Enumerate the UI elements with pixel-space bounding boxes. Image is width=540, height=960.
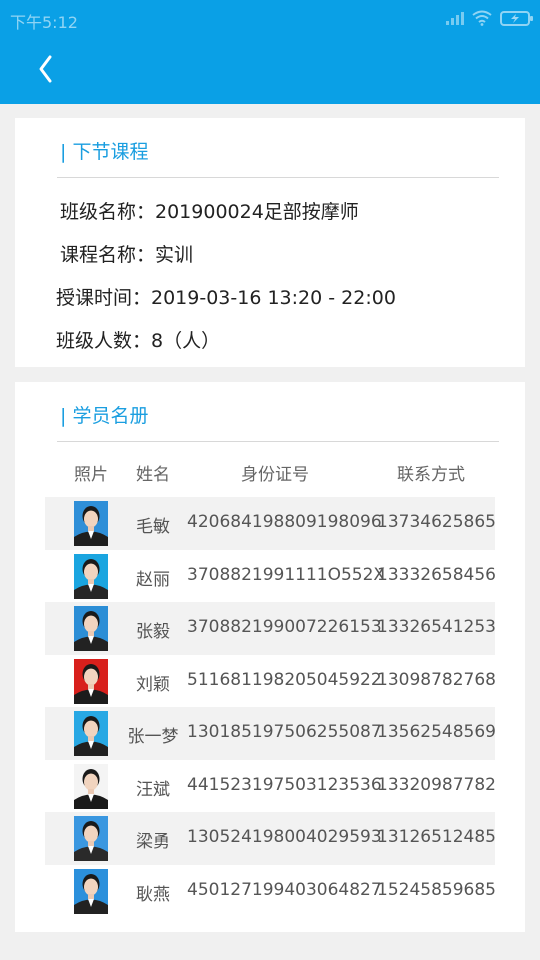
student-photo bbox=[74, 606, 108, 651]
divider bbox=[57, 441, 499, 442]
roster-card: | 学员名册 照片 姓名 身份证号 联系方式 毛敏 420684198809198… bbox=[15, 382, 525, 932]
status-bar: 下午5:12 bbox=[0, 0, 540, 38]
student-phone: 13332658456 bbox=[377, 564, 496, 585]
student-name: 耿燕 bbox=[136, 884, 170, 905]
roster-table-header: 照片 姓名 身份证号 联系方式 bbox=[45, 460, 495, 485]
table-row[interactable]: 张一梦 130185197506255087 13562548569 bbox=[45, 707, 496, 760]
student-id-number: 450127199403064827 bbox=[187, 879, 382, 900]
column-header-id: 身份证号 bbox=[241, 465, 309, 485]
roster-table-body: 毛敏 420684198809198096 13734625865 赵丽 3708821… bbox=[45, 497, 496, 918]
table-row[interactable]: 张毅 370882199007226153 13326541253 bbox=[45, 602, 496, 655]
student-id-number: 511681198205045922 bbox=[187, 669, 382, 690]
column-header-photo: 照片 bbox=[74, 465, 108, 485]
student-photo bbox=[74, 711, 108, 756]
table-row[interactable]: 赵丽 3708821991111O552X 13332658456 bbox=[45, 550, 496, 603]
student-photo bbox=[74, 658, 108, 704]
student-phone: 15245859685 bbox=[377, 879, 496, 900]
student-name: 张一梦 bbox=[127, 727, 179, 747]
student-name: 刘颖 bbox=[136, 674, 170, 695]
student-photo bbox=[74, 501, 108, 546]
class-count-line: 班级人数：8（人） bbox=[56, 330, 221, 352]
student-id-number: 130185197506255087 bbox=[187, 722, 382, 742]
student-phone: 13734625865 bbox=[377, 512, 496, 532]
back-button[interactable] bbox=[30, 52, 64, 86]
battery-icon bbox=[500, 10, 533, 26]
student-phone: 13098782768 bbox=[377, 669, 496, 690]
student-photo bbox=[74, 763, 108, 809]
table-row[interactable]: 刘颖 511681198205045922 13098782768 bbox=[45, 655, 496, 708]
student-photo bbox=[74, 553, 108, 599]
student-id-number: 441523197503123536 bbox=[187, 774, 382, 795]
wifi-icon bbox=[472, 10, 492, 26]
status-time: 下午5:12 bbox=[10, 13, 78, 32]
table-row[interactable]: 毛敏 420684198809198096 13734625865 bbox=[45, 497, 496, 550]
app-bar: 下午5:12 bbox=[0, 0, 540, 104]
student-photo bbox=[74, 816, 108, 861]
next-course-title: | 下节课程 bbox=[60, 141, 149, 163]
table-row[interactable]: 耿燕 450127199403064827 15245859685 bbox=[45, 865, 496, 918]
student-name: 张毅 bbox=[136, 622, 170, 642]
class-name-line: 班级名称：201900024足部按摩师 bbox=[60, 201, 359, 223]
divider bbox=[57, 177, 499, 178]
student-name: 赵丽 bbox=[136, 569, 170, 590]
student-phone: 13320987782 bbox=[377, 774, 496, 795]
course-name-line: 课程名称：实训 bbox=[60, 244, 194, 266]
student-name: 毛敏 bbox=[136, 517, 170, 537]
course-time-line: 授课时间：2019-03-16 13:20 - 22:00 bbox=[56, 287, 396, 309]
student-phone: 13326541253 bbox=[377, 617, 496, 637]
column-header-name: 姓名 bbox=[136, 465, 170, 485]
status-icons bbox=[446, 10, 533, 26]
column-header-phone: 联系方式 bbox=[397, 465, 465, 485]
table-row[interactable]: 梁勇 130524198004029593 13126512485 bbox=[45, 812, 496, 865]
roster-title: | 学员名册 bbox=[60, 405, 149, 427]
student-name: 汪斌 bbox=[136, 779, 170, 800]
next-course-card: | 下节课程 班级名称：201900024足部按摩师 课程名称：实训 授课时间：… bbox=[15, 118, 525, 367]
table-row[interactable]: 汪斌 441523197503123536 13320987782 bbox=[45, 760, 496, 813]
student-id-number: 3708821991111O552X bbox=[187, 564, 386, 585]
student-name: 梁勇 bbox=[136, 832, 170, 852]
student-id-number: 370882199007226153 bbox=[187, 617, 382, 637]
student-phone: 13562548569 bbox=[377, 722, 496, 742]
student-photo bbox=[74, 868, 108, 914]
signal-icon bbox=[446, 11, 464, 25]
student-id-number: 420684198809198096 bbox=[187, 512, 382, 532]
student-phone: 13126512485 bbox=[377, 827, 496, 847]
student-id-number: 130524198004029593 bbox=[187, 827, 382, 847]
